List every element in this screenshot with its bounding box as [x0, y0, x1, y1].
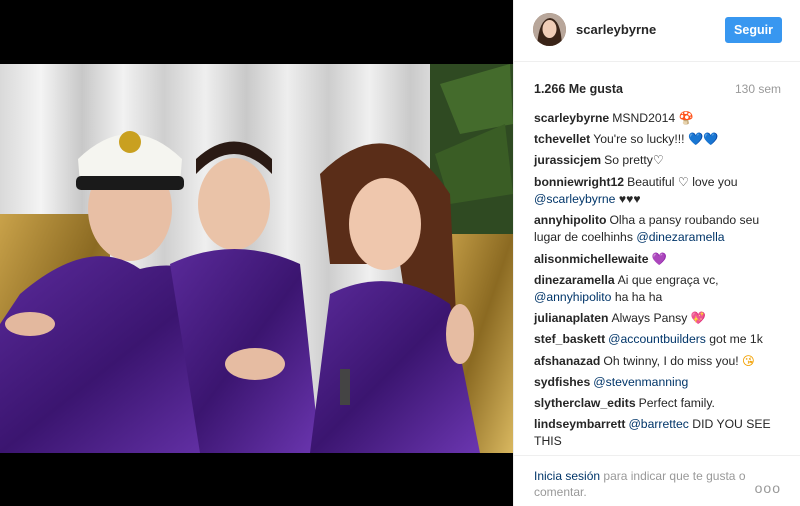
- likes-count[interactable]: 1.266 Me gusta: [534, 82, 623, 96]
- comment-text: Oh twinny, I do miss you!: [603, 353, 739, 368]
- comment-text: You're so lucky!!!: [593, 132, 685, 147]
- comment-mention[interactable]: @scarleybyrne: [534, 192, 615, 206]
- post-footer: Inicia sesión para indicar que te gusta …: [514, 455, 800, 506]
- comment-item: sydfishes @stevenmanning: [534, 374, 784, 391]
- comment-item: annyhipolito Olha a pansy roubando seu lu…: [534, 212, 784, 247]
- comment-text: Ai que engraça vc,: [617, 272, 719, 287]
- comment-item: jurassicjem So pretty♡: [534, 152, 784, 169]
- comment-username[interactable]: scarleybyrne: [534, 111, 609, 125]
- comment-item: dinezaramella Ai que engraça vc, @annyhip…: [534, 272, 784, 307]
- emoji-icon: 🍄: [678, 111, 694, 125]
- comment-text-after: got me 1k: [709, 332, 763, 347]
- emoji-icon: 💙💙: [687, 132, 719, 147]
- comment-text: Beautiful ♡ love you: [627, 174, 738, 189]
- comment-text: MSND2014: [612, 111, 676, 125]
- comment-mention[interactable]: @accountbuilders: [608, 332, 706, 346]
- emoji-icon: 💖: [690, 311, 706, 326]
- comment-item: lindseymbarrett @barrettec DID YOU SEE TH…: [534, 416, 784, 451]
- comment-mention[interactable]: @dinezaramella: [636, 230, 724, 244]
- avatar[interactable]: [533, 13, 566, 46]
- post-meta: 1.266 Me gusta 130 sem: [534, 82, 781, 98]
- comment-item: stef_baskett @accountbuilders got me 1k: [534, 331, 784, 348]
- comment-username[interactable]: tchevellet: [534, 132, 590, 146]
- comment-username[interactable]: dinezaramella: [534, 273, 615, 287]
- more-options-icon[interactable]: ooo: [755, 480, 781, 496]
- comment-text: Always Pansy: [611, 311, 688, 326]
- post-header: scarleybyrne Seguir: [514, 0, 800, 62]
- comment-item: bonniewright12 Beautiful ♡ love you @scar…: [534, 174, 784, 209]
- emoji-icon: 😘: [742, 353, 755, 368]
- comment-username[interactable]: lindseymbarrett: [534, 417, 625, 431]
- login-link[interactable]: Inicia sesión: [534, 469, 600, 483]
- emoji-icon: 💜: [651, 251, 667, 266]
- login-prompt: Inicia sesión para indicar que te gusta …: [534, 468, 754, 500]
- comment-username[interactable]: slytherclaw_edits: [534, 396, 636, 410]
- comment-mention[interactable]: @barrettec: [628, 417, 688, 431]
- comment-item: julianaplaten Always Pansy 💖: [534, 310, 784, 327]
- comment-item: scarleybyrne MSND2014 🍄: [534, 110, 784, 127]
- comment-username[interactable]: bonniewright12: [534, 175, 624, 189]
- comment-item: tchevellet You're so lucky!!! 💙💙: [534, 131, 784, 148]
- follow-button[interactable]: Seguir: [725, 17, 782, 43]
- comment-username[interactable]: stef_baskett: [534, 332, 605, 346]
- comment-text-after: ♥♥♥: [618, 191, 641, 206]
- comment-username[interactable]: annyhipolito: [534, 213, 606, 227]
- comment-item: afshanazad Oh twinny, I do miss you! 😘: [534, 353, 784, 370]
- comment-text: So pretty♡: [604, 153, 664, 168]
- comment-text-after: ha ha ha: [614, 290, 663, 305]
- comment-item: slytherclaw_edits Perfect family.: [534, 395, 784, 412]
- post-side-panel: scarleybyrne Seguir 1.266 Me gusta 130 s…: [513, 0, 800, 506]
- post-photo[interactable]: [0, 64, 513, 453]
- instagram-post: scarleybyrne Seguir 1.266 Me gusta 130 s…: [0, 0, 800, 506]
- comment-mention[interactable]: @stevenmanning: [593, 375, 688, 389]
- comment-username[interactable]: julianaplaten: [534, 311, 609, 325]
- comment-username[interactable]: alisonmichellewaite: [534, 252, 648, 266]
- comment-username[interactable]: afshanazad: [534, 354, 600, 368]
- post-time[interactable]: 130 sem: [735, 82, 781, 96]
- comment-username[interactable]: sydfishes: [534, 375, 590, 389]
- comments-list: scarleybyrne MSND2014 🍄 tchevellet You're s…: [534, 110, 784, 455]
- comment-mention[interactable]: @annyhipolito: [534, 290, 611, 304]
- comment-item: alisonmichellewaite 💜: [534, 251, 784, 268]
- comment-username[interactable]: jurassicjem: [534, 153, 601, 167]
- username[interactable]: scarleybyrne: [576, 22, 656, 37]
- post-media: [0, 0, 513, 506]
- comment-text: Perfect family.: [638, 395, 715, 410]
